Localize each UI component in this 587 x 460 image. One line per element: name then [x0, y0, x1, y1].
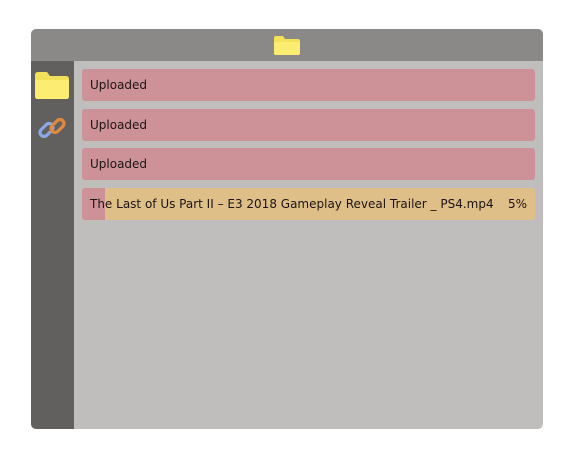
upload-item-in-progress[interactable]: The Last of Us Part II – E3 2018 Gamepla… [82, 187, 535, 220]
upload-item[interactable]: Uploaded [82, 108, 535, 141]
app-window: Uploaded Uploaded Uploaded The Last of U… [31, 29, 543, 429]
title-bar [31, 29, 543, 61]
upload-filename: The Last of Us Part II – E3 2018 Gamepla… [90, 196, 494, 211]
folder-icon[interactable] [34, 70, 70, 100]
upload-status-label: Uploaded [90, 78, 148, 92]
upload-percent: 5% [507, 196, 527, 211]
folder-icon [274, 36, 300, 55]
sidebar [31, 61, 74, 429]
upload-status-label: Uploaded [90, 157, 148, 171]
upload-item[interactable]: Uploaded [82, 148, 535, 180]
upload-item[interactable]: Uploaded [82, 69, 535, 101]
upload-list: Uploaded Uploaded Uploaded The Last of U… [82, 69, 535, 227]
upload-status-label: Uploaded [90, 117, 148, 132]
link-icon[interactable] [37, 113, 67, 143]
